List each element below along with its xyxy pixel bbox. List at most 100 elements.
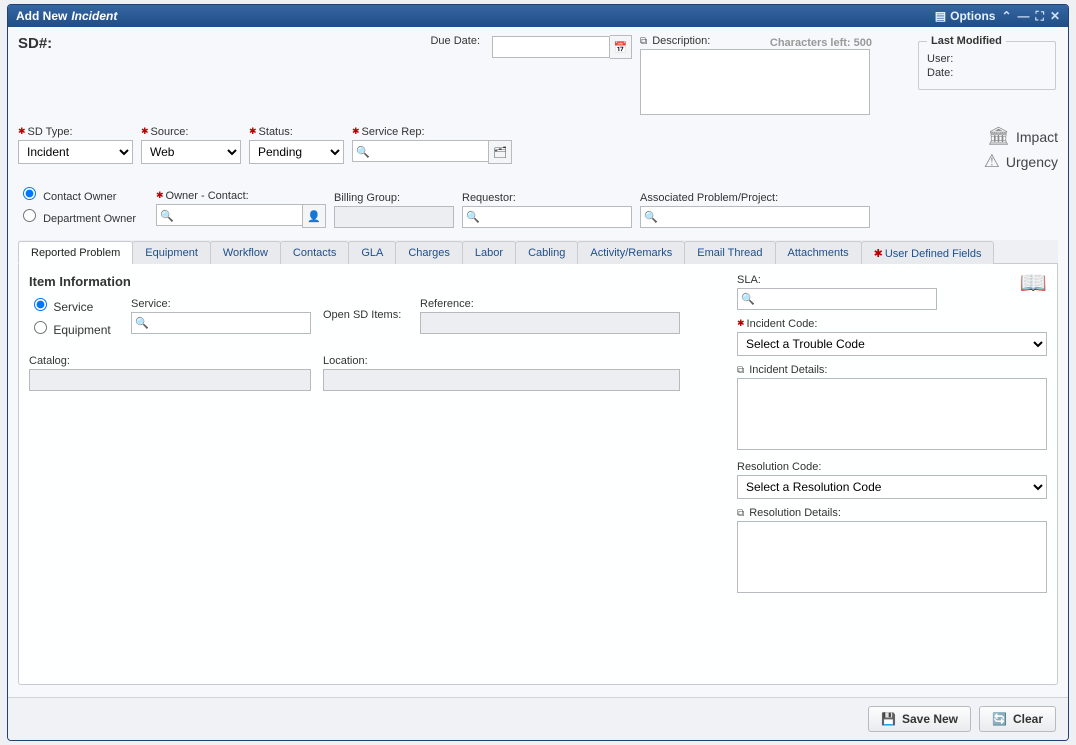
incident-code-label: Incident Code:	[737, 318, 1047, 330]
status-label: Status:	[249, 126, 344, 138]
save-icon: 💾	[881, 712, 896, 726]
contact-owner-radio[interactable]	[23, 187, 36, 200]
location-label: Location:	[323, 355, 680, 367]
options-icon: ▤	[935, 9, 946, 23]
owner-contact-input[interactable]	[156, 204, 303, 226]
source-select[interactable]: Web	[141, 140, 241, 164]
billing-group-input	[334, 206, 454, 228]
tab-reported-problem[interactable]: Reported Problem	[18, 241, 133, 264]
tab-charges[interactable]: Charges	[395, 241, 463, 264]
urgency-label: Urgency	[1006, 154, 1058, 170]
popout-icon[interactable]: ⧉	[737, 365, 744, 376]
owner-contact-label: Owner - Contact:	[156, 190, 326, 202]
last-modified-date-label: Date:	[927, 67, 1047, 79]
sd-type-select[interactable]: Incident	[18, 140, 133, 164]
contact-owner-radio-label[interactable]: Contact Owner	[18, 184, 148, 203]
footer-bar: 💾 Save New 🔄 Clear	[8, 697, 1068, 740]
clear-label: Clear	[1013, 712, 1043, 726]
sla-input[interactable]	[737, 288, 937, 310]
clear-button[interactable]: 🔄 Clear	[979, 706, 1056, 732]
tab-equipment[interactable]: Equipment	[132, 241, 211, 264]
resolution-code-select[interactable]: Select a Resolution Code	[737, 475, 1047, 499]
tab-workflow[interactable]: Workflow	[210, 241, 281, 264]
requestor-input[interactable]	[462, 206, 632, 228]
item-type-equipment-radio[interactable]	[34, 321, 47, 334]
sd-number-label: SD#:	[18, 35, 218, 52]
incident-details-label: ⧉ Incident Details:	[737, 364, 1047, 376]
due-date-input[interactable]	[492, 36, 610, 58]
service-rep-picker-icon[interactable]: 🗂	[488, 140, 512, 164]
sla-label: SLA:	[737, 274, 1047, 286]
reference-input	[420, 312, 680, 334]
description-textarea[interactable]	[640, 49, 870, 115]
tab-user-defined-fields[interactable]: ✱User Defined Fields	[861, 241, 995, 264]
tab-attachments[interactable]: Attachments	[775, 241, 862, 264]
service-label: Service:	[131, 298, 311, 310]
close-button[interactable]: ✕	[1050, 9, 1060, 23]
title-bar: Add New Incident ▤ Options ⌃ — ⛶ ✕	[8, 5, 1068, 27]
sd-type-label: SD Type:	[18, 126, 133, 138]
tab-contacts[interactable]: Contacts	[280, 241, 349, 264]
service-rep-label: Service Rep:	[352, 126, 512, 138]
item-information-heading: Item Information	[29, 274, 717, 289]
content-area: SD#: Due Date: 📅 ⧉ Description: Characte…	[8, 27, 1068, 687]
calendar-icon[interactable]: 📅	[610, 35, 632, 59]
source-label: Source:	[141, 126, 241, 138]
due-date-label: Due Date:	[334, 35, 484, 47]
resolution-details-textarea[interactable]	[737, 521, 1047, 593]
popout-icon[interactable]: ⧉	[640, 36, 647, 47]
knowledge-base-icon[interactable]: 📖	[1020, 270, 1047, 296]
impact-label: Impact	[1016, 129, 1058, 145]
associated-input[interactable]	[640, 206, 870, 228]
owner-contact-card-icon[interactable]: 👤	[302, 204, 326, 228]
billing-group-label: Billing Group:	[334, 192, 454, 204]
title-prefix: Add New	[16, 9, 67, 23]
item-type-service-radio[interactable]	[34, 298, 47, 311]
tab-bar: Reported Problem Equipment Workflow Cont…	[18, 240, 1058, 264]
chars-left: Characters left: 500	[770, 37, 872, 49]
options-button[interactable]: ▤ Options	[935, 9, 996, 23]
options-label: Options	[950, 9, 995, 23]
service-rep-input[interactable]	[352, 140, 489, 162]
title-entity: Incident	[71, 9, 117, 23]
status-select[interactable]: Pending	[249, 140, 344, 164]
incident-code-select[interactable]: Select a Trouble Code	[737, 332, 1047, 356]
department-owner-radio-label[interactable]: Department Owner	[18, 206, 148, 225]
open-sd-items-label: Open SD Items:	[323, 309, 408, 321]
incident-window: Add New Incident ▤ Options ⌃ — ⛶ ✕ SD#: …	[7, 4, 1069, 741]
description-label: ⧉ Description:	[640, 35, 710, 47]
save-new-label: Save New	[902, 712, 958, 726]
urgency-icon: ⚠	[984, 151, 1000, 172]
tab-email-thread[interactable]: Email Thread	[684, 241, 775, 264]
item-type-equipment-radio-label[interactable]: Equipment	[29, 318, 119, 337]
last-modified-legend: Last Modified	[927, 35, 1006, 47]
item-type-service-radio-label[interactable]: Service	[29, 295, 119, 314]
tab-cabling[interactable]: Cabling	[515, 241, 578, 264]
popout-icon[interactable]: ⧉	[737, 508, 744, 519]
associated-label: Associated Problem/Project:	[640, 192, 870, 204]
tab-labor[interactable]: Labor	[462, 241, 516, 264]
last-modified-user-label: User:	[927, 53, 1047, 65]
save-new-button[interactable]: 💾 Save New	[868, 706, 971, 732]
urgency-button[interactable]: ⚠ Urgency	[984, 151, 1058, 172]
collapse-button[interactable]: ⌃	[1001, 9, 1011, 23]
incident-details-textarea[interactable]	[737, 378, 1047, 450]
department-owner-radio[interactable]	[23, 209, 36, 222]
catalog-input	[29, 369, 311, 391]
requestor-label: Requestor:	[462, 192, 632, 204]
tab-gla[interactable]: GLA	[348, 241, 396, 264]
resolution-details-label: ⧉ Resolution Details:	[737, 507, 1047, 519]
catalog-label: Catalog:	[29, 355, 311, 367]
impact-button[interactable]: 🏛 Impact	[984, 126, 1058, 147]
tab-body-reported-problem: Item Information Service Equipment	[18, 264, 1058, 685]
location-input	[323, 369, 680, 391]
resolution-code-label: Resolution Code:	[737, 461, 1047, 473]
maximize-button[interactable]: ⛶	[1036, 9, 1044, 24]
impact-icon: 🏛	[987, 126, 1010, 147]
service-input[interactable]	[131, 312, 311, 334]
last-modified-panel: Last Modified User: Date:	[918, 35, 1056, 90]
reference-label: Reference:	[420, 298, 680, 310]
tab-activity-remarks[interactable]: Activity/Remarks	[577, 241, 685, 264]
minimize-button[interactable]: —	[1018, 9, 1030, 23]
refresh-icon: 🔄	[992, 712, 1007, 726]
